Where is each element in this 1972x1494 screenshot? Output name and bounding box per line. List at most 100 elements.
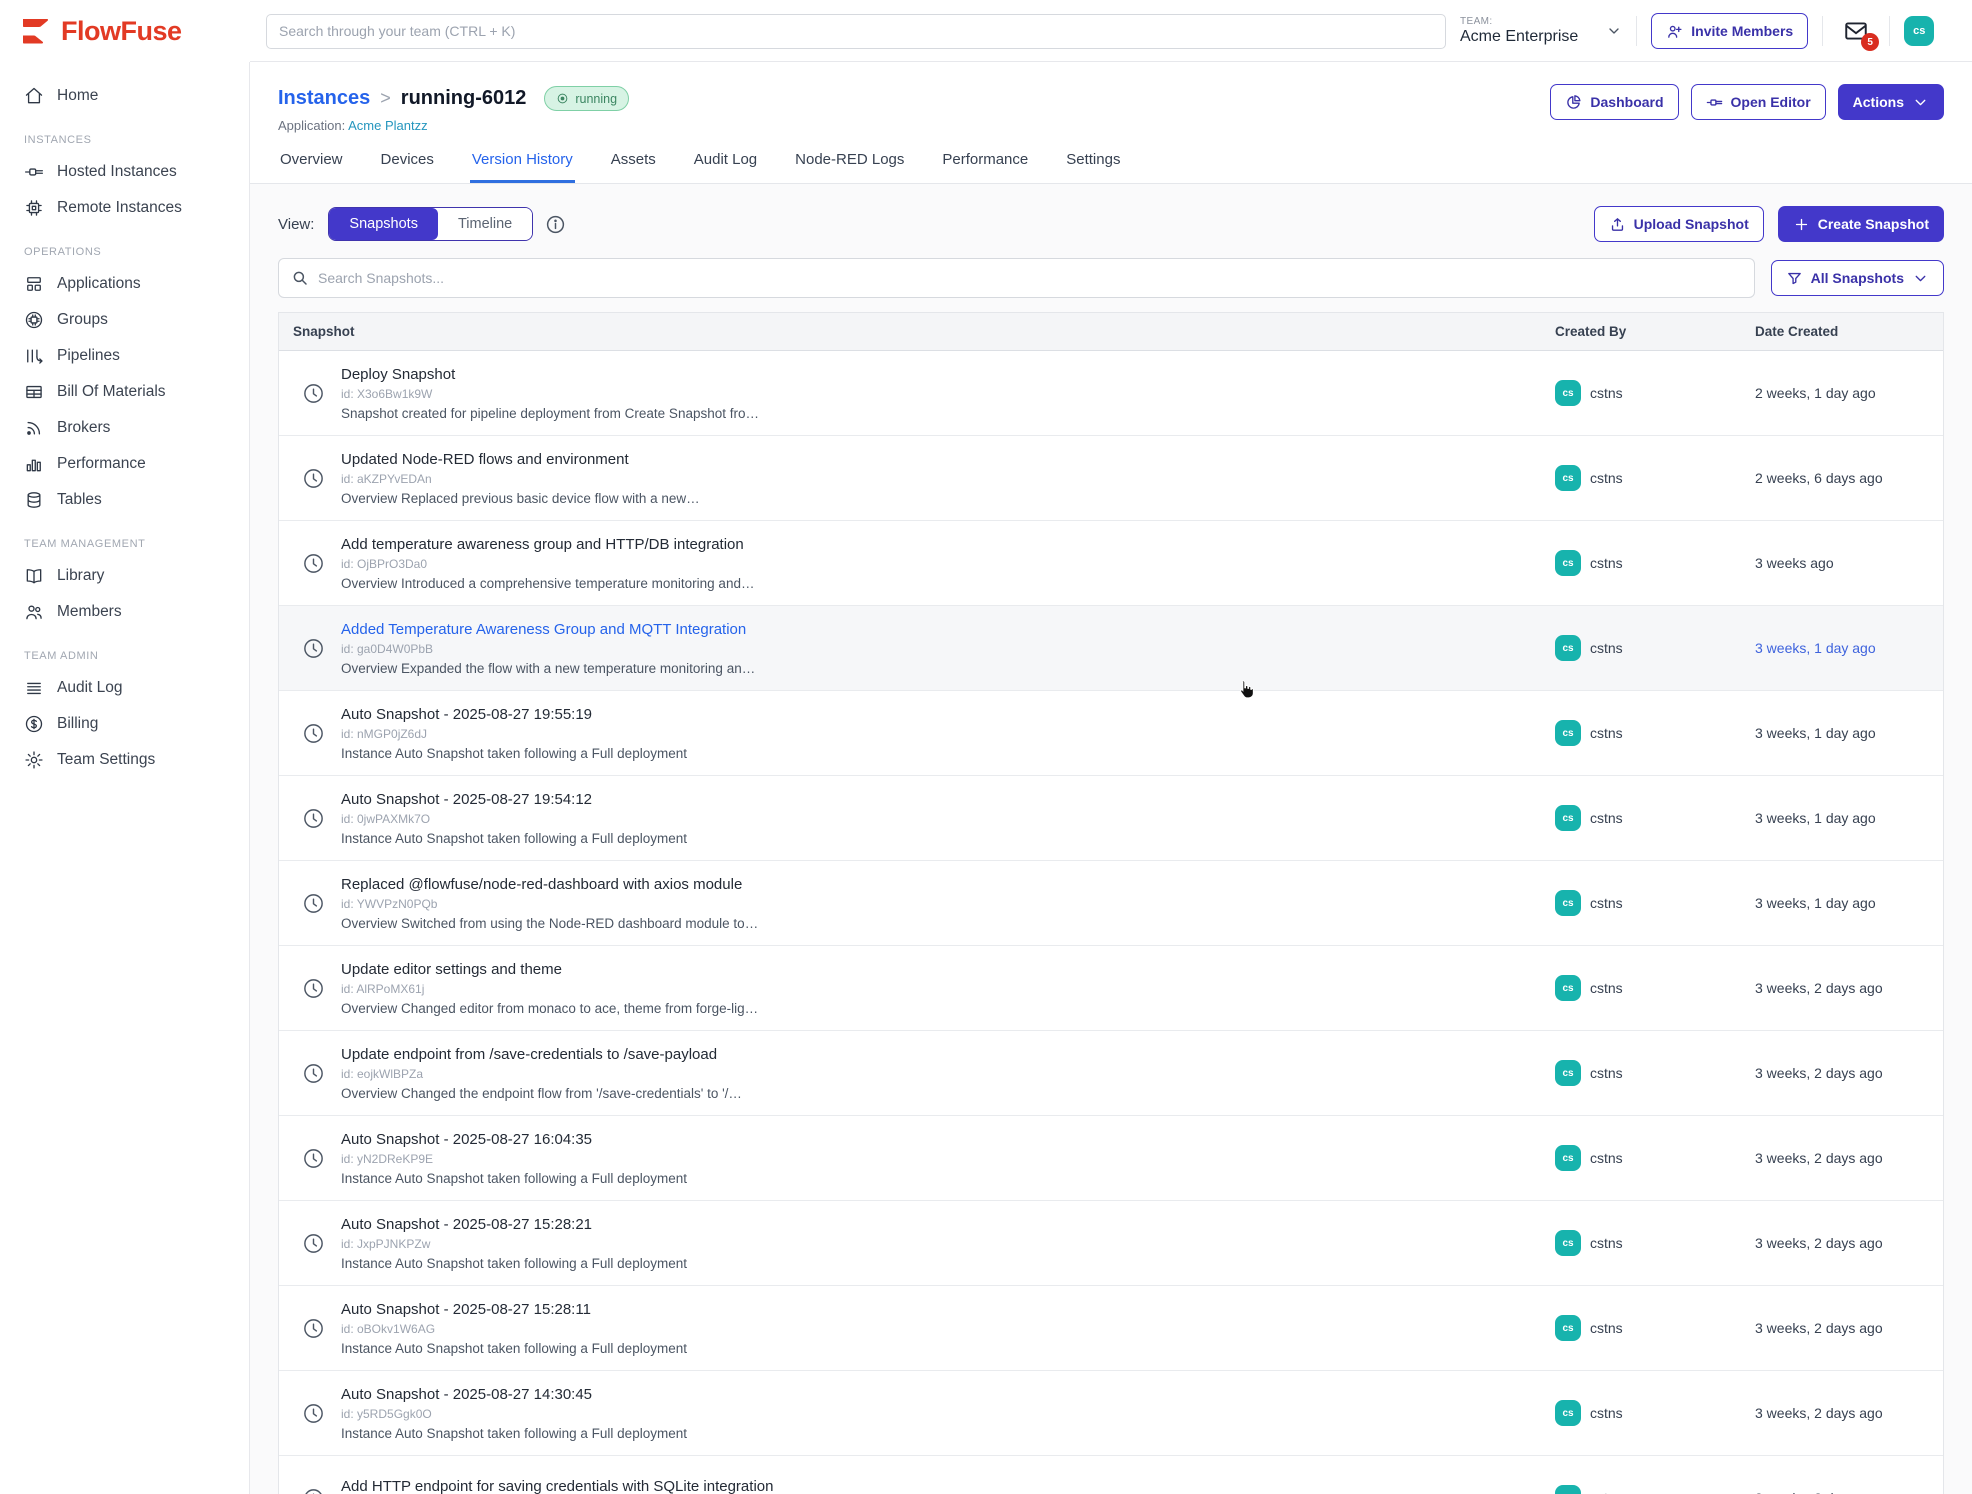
snapshot-cell: Auto Snapshot - 2025-08-27 19:55:19 id: … <box>279 706 1555 761</box>
clock-icon <box>302 552 325 575</box>
dashboard-button[interactable]: Dashboard <box>1550 84 1678 120</box>
table-row[interactable]: Update endpoint from /save-credentials t… <box>279 1031 1943 1116</box>
snapshot-title: Update editor settings and theme <box>341 961 758 978</box>
sidebar-item-pipelines[interactable]: Pipelines <box>0 338 249 374</box>
author-name: cstns <box>1590 895 1623 911</box>
actions-button[interactable]: Actions <box>1838 84 1944 120</box>
sidebar-item-groups[interactable]: Groups <box>0 302 249 338</box>
open-editor-button[interactable]: Open Editor <box>1691 84 1826 120</box>
rss-icon <box>24 418 44 438</box>
tab-assets[interactable]: Assets <box>609 149 658 183</box>
snapshot-title: Auto Snapshot - 2025-08-27 16:04:35 <box>341 1131 687 1148</box>
date-created-cell: 3 weeks, 1 day ago <box>1755 810 1943 826</box>
team-search-input[interactable] <box>266 14 1446 49</box>
table-row[interactable]: Auto Snapshot - 2025-08-27 15:28:21 id: … <box>279 1201 1943 1286</box>
sidebar-item-applications[interactable]: Applications <box>0 266 249 302</box>
snapshot-id: id: y5RD5Ggk0O <box>341 1407 687 1421</box>
sidebar-section-label: OPERATIONS <box>0 226 249 266</box>
column-created-by: Created By <box>1555 324 1755 339</box>
tab-node-red-logs[interactable]: Node-RED Logs <box>793 149 906 183</box>
snapshot-title: Auto Snapshot - 2025-08-27 15:28:21 <box>341 1216 687 1233</box>
table-row[interactable]: Updated Node-RED flows and environment i… <box>279 436 1943 521</box>
table-row[interactable]: Deploy Snapshot id: X3o6Bw1k9W Snapshot … <box>279 351 1943 436</box>
sidebar-item-label: Performance <box>57 455 146 473</box>
table-row[interactable]: Add temperature awareness group and HTTP… <box>279 521 1943 606</box>
pie-chart-icon <box>1565 94 1582 111</box>
notifications-button[interactable]: 5 <box>1843 18 1869 44</box>
page-header: Instances > running-6012 running Applica… <box>250 62 1972 184</box>
sidebar-item-label: Team Settings <box>57 751 155 769</box>
sidebar-item-remote-instances[interactable]: Remote Instances <box>0 190 249 226</box>
upload-snapshot-button[interactable]: Upload Snapshot <box>1594 206 1764 242</box>
snapshot-description: Instance Auto Snapshot taken following a… <box>341 1426 687 1441</box>
clock-icon <box>302 977 325 1000</box>
sidebar-item-audit-log[interactable]: Audit Log <box>0 670 249 706</box>
flowfuse-logo[interactable]: FlowFuse <box>0 16 250 47</box>
snapshot-filter-dropdown[interactable]: All Snapshots <box>1771 260 1944 296</box>
table-row[interactable]: Auto Snapshot - 2025-08-27 15:28:11 id: … <box>279 1286 1943 1371</box>
view-snapshots-button[interactable]: Snapshots <box>329 208 438 240</box>
snapshot-id: id: yN2DReKP9E <box>341 1152 687 1166</box>
snapshot-description: Instance Auto Snapshot taken following a… <box>341 746 687 761</box>
table-row[interactable]: Auto Snapshot - 2025-08-27 16:04:35 id: … <box>279 1116 1943 1201</box>
sidebar-item-bill-of-materials[interactable]: Bill Of Materials <box>0 374 249 410</box>
table-row[interactable]: Add HTTP endpoint for saving credentials… <box>279 1456 1943 1494</box>
sidebar-item-team-settings[interactable]: Team Settings <box>0 742 249 778</box>
info-icon[interactable] <box>545 214 566 235</box>
sidebar-section-label: INSTANCES <box>0 114 249 154</box>
table-row[interactable]: Added Temperature Awareness Group and MQ… <box>279 606 1943 691</box>
team-selector[interactable]: TEAM: Acme Enterprise <box>1460 16 1622 46</box>
application-link[interactable]: Acme Plantzz <box>348 118 427 133</box>
invite-members-button[interactable]: Invite Members <box>1651 13 1808 49</box>
sidebar-item-home[interactable]: Home <box>0 78 249 114</box>
tab-settings[interactable]: Settings <box>1064 149 1122 183</box>
snapshot-description: Overview Switched from using the Node-RE… <box>341 916 758 931</box>
sidebar-item-brokers[interactable]: Brokers <box>0 410 249 446</box>
clock-icon <box>302 722 325 745</box>
tab-version-history[interactable]: Version History <box>470 149 575 183</box>
tab-audit-log[interactable]: Audit Log <box>692 149 759 183</box>
snapshot-search[interactable] <box>278 258 1755 298</box>
table-row[interactable]: Replaced @flowfuse/node-red-dashboard wi… <box>279 861 1943 946</box>
author-avatar: cs <box>1555 550 1581 576</box>
team-search[interactable] <box>266 14 1446 49</box>
snapshot-description: Overview Introduced a comprehensive temp… <box>341 576 754 591</box>
snapshot-title: Deploy Snapshot <box>341 366 759 383</box>
author-avatar: cs <box>1555 635 1581 661</box>
list-icon <box>24 678 44 698</box>
date-created-cell: 3 weeks, 2 days ago <box>1755 1150 1943 1166</box>
created-by-cell: cs cstns <box>1555 805 1755 831</box>
sidebar-item-label: Billing <box>57 715 98 733</box>
table-row[interactable]: Auto Snapshot - 2025-08-27 14:30:45 id: … <box>279 1371 1943 1456</box>
sidebar-item-label: Members <box>57 603 122 621</box>
created-by-cell: cs cstns <box>1555 1145 1755 1171</box>
author-name: cstns <box>1590 1405 1623 1421</box>
sidebar-item-tables[interactable]: Tables <box>0 482 249 518</box>
table-row[interactable]: Update editor settings and theme id: AlR… <box>279 946 1943 1031</box>
snapshots-table: Snapshot Created By Date Created <box>278 312 1944 1494</box>
divider <box>1636 16 1637 46</box>
breadcrumb-instances-link[interactable]: Instances <box>278 87 370 110</box>
snapshot-search-input[interactable] <box>318 270 1742 286</box>
create-snapshot-button[interactable]: Create Snapshot <box>1778 206 1944 242</box>
snapshot-cell: Add HTTP endpoint for saving credentials… <box>279 1478 1555 1494</box>
main-panel: Instances > running-6012 running Applica… <box>250 62 1972 1494</box>
table-row[interactable]: Auto Snapshot - 2025-08-27 19:54:12 id: … <box>279 776 1943 861</box>
sidebar-item-billing[interactable]: Billing <box>0 706 249 742</box>
table-row[interactable]: Auto Snapshot - 2025-08-27 19:55:19 id: … <box>279 691 1943 776</box>
tab-label: Assets <box>611 151 656 168</box>
snapshot-id: id: aKZPYvEDAn <box>341 472 700 486</box>
author-avatar: cs <box>1555 720 1581 746</box>
apps-icon <box>24 274 44 294</box>
sidebar-item-performance[interactable]: Performance <box>0 446 249 482</box>
sidebar-item-members[interactable]: Members <box>0 594 249 630</box>
team-label: TEAM: <box>1460 16 1578 27</box>
sidebar-item-library[interactable]: Library <box>0 558 249 594</box>
view-timeline-button[interactable]: Timeline <box>438 208 532 240</box>
tab-devices[interactable]: Devices <box>379 149 436 183</box>
tab-performance[interactable]: Performance <box>940 149 1030 183</box>
sidebar-item-hosted-instances[interactable]: Hosted Instances <box>0 154 249 190</box>
status-text: running <box>575 92 617 106</box>
tab-overview[interactable]: Overview <box>278 149 345 183</box>
user-avatar[interactable]: cs <box>1904 16 1934 46</box>
